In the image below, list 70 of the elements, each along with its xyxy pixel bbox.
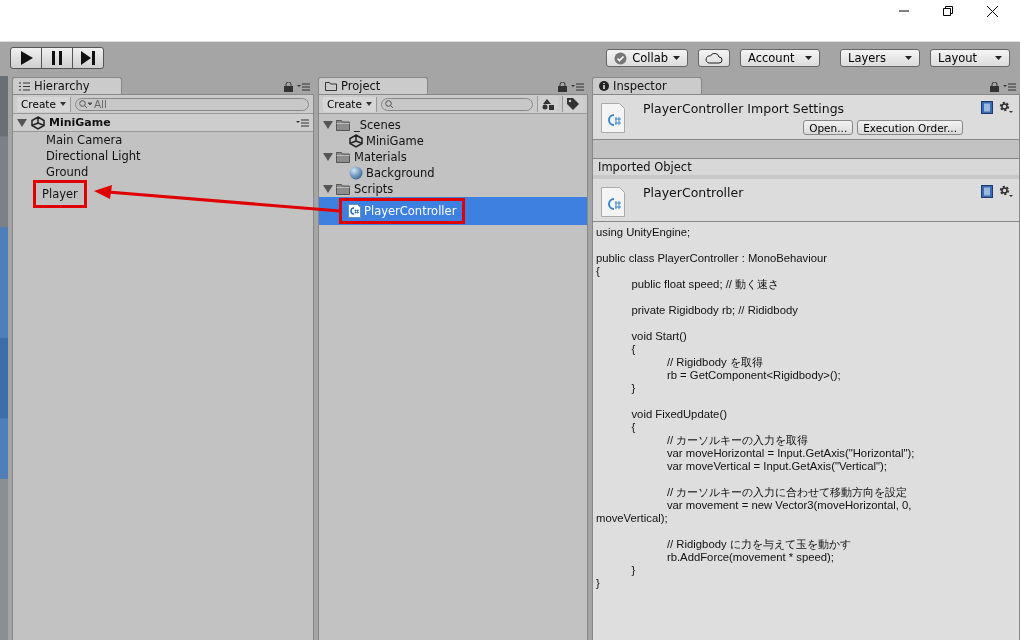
script-file-icon xyxy=(601,187,625,217)
folder-icon xyxy=(325,81,337,91)
lock-icon[interactable] xyxy=(990,82,999,92)
folder-icon xyxy=(336,151,351,163)
caret-icon xyxy=(995,56,1002,60)
folder-item[interactable]: Materials xyxy=(354,150,407,164)
step-button[interactable] xyxy=(72,47,104,69)
menu-icon[interactable] xyxy=(296,118,309,127)
section-header: Imported Object xyxy=(593,159,1019,179)
help-book-icon[interactable] xyxy=(981,101,993,114)
pause-icon xyxy=(51,51,63,65)
search-icon xyxy=(384,99,395,109)
cloud-icon xyxy=(705,52,723,64)
search-field[interactable] xyxy=(380,97,533,111)
asset-item[interactable]: MiniGame xyxy=(346,131,427,151)
filter-type-button[interactable] xyxy=(536,96,558,112)
caret-icon xyxy=(905,56,912,60)
project-tab[interactable]: Project xyxy=(318,77,428,94)
search-icon xyxy=(78,99,93,109)
import-settings-title: PlayerController Import Settings xyxy=(643,101,846,116)
folder-item[interactable]: Scripts xyxy=(354,182,394,196)
asset-row[interactable]: Background xyxy=(319,165,587,181)
close-icon[interactable] xyxy=(987,6,998,17)
sphere-icon xyxy=(349,166,363,180)
code-preview: using UnityEngine; public class PlayerController : MonoBehaviour { public float speed; // 動く速さ private Rigidbody rb; // Rididbody void Start() { // Rigidbody を取得 rb = GetComponent<Rigidbody>(); } void FixedUpdate() { // カーソルキーの入力を取得 var moveHorizontal = Input.GetAxis("Horizontal"); var moveVertical = Input.GetAxis("Vertical"); // カーソルキーの入力に合わせて移動方向を設定 var movement = new Vector3(moveHorizontal, 0, moveVertical); // Ridigbody に力を与えて玉を動かす rb.AddForce(movement * speed); } } xyxy=(596,226,916,590)
check-circle-icon xyxy=(614,51,628,65)
gear-icon[interactable] xyxy=(999,101,1013,114)
lock-icon[interactable] xyxy=(284,82,293,92)
inspector-button[interactable]: Execution Order... xyxy=(857,120,963,135)
asset-row[interactable]: MiniGame xyxy=(319,133,587,149)
hierarchy-tab[interactable]: Hierarchy xyxy=(12,77,122,94)
collab-dropdown[interactable]: Collab xyxy=(606,49,688,67)
caret-icon xyxy=(365,102,372,106)
play-button[interactable] xyxy=(10,47,42,69)
asset-item[interactable]: Background xyxy=(346,163,438,183)
account-dropdown[interactable]: Account xyxy=(740,49,820,67)
tag-icon xyxy=(566,98,579,110)
tag-button[interactable] xyxy=(561,96,583,112)
restore-icon[interactable] xyxy=(943,6,953,16)
create-dropdown[interactable]: Create xyxy=(17,96,71,112)
lock-icon[interactable] xyxy=(558,82,567,92)
create-dropdown[interactable]: Create xyxy=(323,96,377,112)
hierarchy-item[interactable]: Player xyxy=(33,180,87,208)
script-file-icon xyxy=(601,103,625,133)
caret-icon xyxy=(59,102,66,106)
gear-icon[interactable] xyxy=(999,185,1013,198)
folder-icon xyxy=(336,119,351,131)
asset-item[interactable]: PlayerController xyxy=(339,198,466,224)
inspector-tab[interactable]: Inspector xyxy=(592,77,702,94)
list-icon xyxy=(19,81,30,91)
object-name: PlayerController xyxy=(643,185,745,202)
script-file-icon xyxy=(348,204,361,218)
caret-icon xyxy=(673,56,680,60)
inspector-button[interactable]: Open... xyxy=(803,120,854,135)
search-field[interactable]: All xyxy=(74,97,309,111)
step-icon xyxy=(81,51,95,65)
folder-item[interactable]: _Scenes xyxy=(354,118,401,132)
scene-name[interactable]: MiniGame xyxy=(49,116,111,129)
shapes-icon xyxy=(541,98,554,110)
layout-dropdown[interactable]: Layout xyxy=(930,49,1010,67)
pause-button[interactable] xyxy=(41,47,73,69)
help-book-icon[interactable] xyxy=(981,185,993,198)
asset-row[interactable]: PlayerController xyxy=(319,197,587,225)
expand-arrow-icon[interactable] xyxy=(17,118,27,127)
info-icon xyxy=(599,81,609,91)
cloud-button[interactable] xyxy=(698,49,730,67)
play-icon xyxy=(19,51,33,65)
caret-icon xyxy=(805,56,812,60)
folder-icon xyxy=(336,183,351,195)
layers-dropdown[interactable]: Layers xyxy=(840,49,920,67)
